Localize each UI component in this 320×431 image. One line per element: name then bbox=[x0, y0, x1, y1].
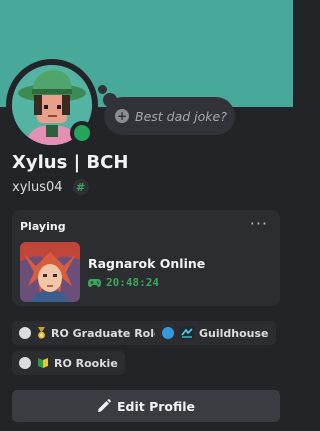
role-pill-ro-graduate[interactable]: RO Graduate Role bbox=[12, 321, 169, 345]
edit-profile-button[interactable]: Edit Profile bbox=[12, 390, 280, 422]
hashtag-badge-icon[interactable]: # bbox=[72, 179, 89, 195]
username-row: xylus04 # bbox=[12, 179, 89, 195]
role-pill-guildhouse[interactable]: Guildhouse bbox=[155, 321, 276, 345]
role-pill-ro-rookie[interactable]: RO Rookie bbox=[12, 351, 125, 375]
role-label: RO Rookie bbox=[54, 356, 118, 370]
guild-logo-icon bbox=[180, 326, 194, 340]
plus-circle-icon: + bbox=[115, 109, 129, 123]
activity-header: Playing bbox=[20, 220, 66, 233]
username[interactable]: xylus04 bbox=[12, 180, 63, 195]
gamepad-icon bbox=[88, 278, 101, 287]
status-bubble-tail-small bbox=[98, 85, 107, 94]
role-label: RO Graduate Role bbox=[51, 326, 162, 340]
elapsed-row: 20:48:24 bbox=[88, 276, 159, 289]
role-color-dot bbox=[162, 327, 174, 339]
pencil-icon bbox=[97, 399, 111, 412]
role-color-dot bbox=[19, 357, 31, 369]
more-horizontal-icon[interactable]: ··· bbox=[250, 214, 268, 233]
role-color-dot bbox=[19, 327, 31, 339]
status-indicator bbox=[70, 121, 94, 145]
role-label: Guildhouse bbox=[199, 326, 269, 340]
game-name: Ragnarok Online bbox=[88, 256, 206, 271]
custom-status-placeholder: Best dad joke? bbox=[135, 108, 227, 124]
edit-profile-label: Edit Profile bbox=[116, 398, 196, 414]
profile-card: + Best dad joke? Xylus | BCH xylus04 # P… bbox=[0, 0, 293, 431]
elapsed-time: 20:48:24 bbox=[106, 276, 159, 289]
avatar-frame bbox=[6, 59, 98, 151]
medal-icon bbox=[37, 327, 46, 339]
activity-card: Playing ··· Ragnarok Online 20:48:24 bbox=[12, 210, 280, 306]
game-art-image bbox=[20, 242, 80, 302]
leaf-badge-icon bbox=[37, 357, 49, 369]
custom-status-bubble[interactable]: + Best dad joke? bbox=[104, 97, 235, 135]
online-status-dot bbox=[74, 125, 90, 141]
display-name: Xylus | BCH bbox=[12, 152, 129, 173]
